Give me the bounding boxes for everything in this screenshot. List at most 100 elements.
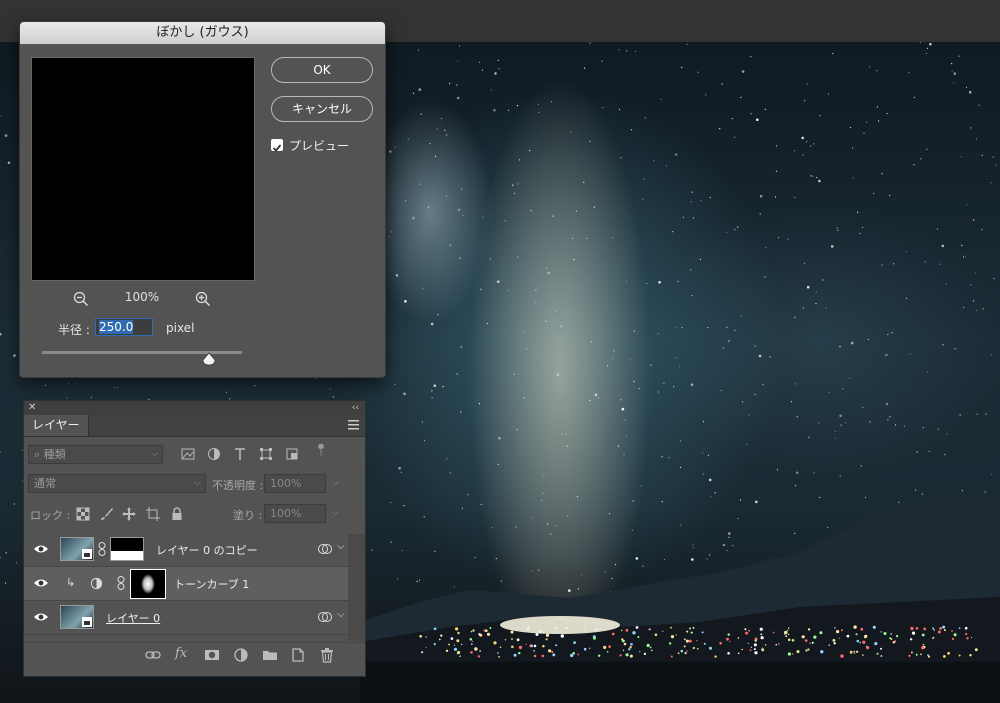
link-icon[interactable] [117,576,125,590]
lock-all-icon[interactable] [170,507,184,521]
layers-scrollbar[interactable] [348,534,365,641]
tab-layers[interactable]: レイヤー [24,415,89,436]
town-light [470,651,473,654]
star [775,145,778,147]
layer-thumbnail[interactable] [60,537,94,561]
town-light [486,632,491,636]
new-group-icon[interactable] [262,647,278,663]
collapse-icon[interactable]: ‹‹ [352,401,359,415]
preview-label[interactable]: プレビュー [289,137,349,154]
star [546,267,548,269]
preview-checkbox[interactable] [271,139,283,152]
town-light [922,643,925,646]
image-filter-icon[interactable] [181,447,195,461]
town-light [518,651,521,655]
layer-row-base[interactable]: レイヤー 0 ⌵ [24,601,348,635]
star [412,216,415,220]
star [552,215,554,217]
smart-filter-icon[interactable] [318,543,332,555]
shape-filter-icon[interactable] [259,447,273,461]
type-filter-icon[interactable] [233,447,247,461]
town-light [932,637,934,640]
slider-thumb-icon[interactable] [202,352,216,366]
star [941,244,945,248]
town-light [937,630,941,634]
star [795,471,799,475]
star [575,210,578,212]
eye-icon[interactable] [33,544,49,554]
radius-input[interactable]: 250.0 [95,318,153,336]
adjustment-filter-icon[interactable] [207,447,221,461]
zoom-in-icon[interactable] [195,291,211,307]
star [886,112,888,115]
star [560,325,563,327]
lock-artboard-icon[interactable] [146,507,160,521]
fill-input[interactable]: 100% ⌵ [264,504,339,523]
star [719,128,721,130]
star [555,310,557,312]
adjustment-icon[interactable] [90,577,103,590]
close-icon[interactable]: ✕ [28,401,36,415]
lock-position-icon[interactable] [122,507,136,521]
delete-icon[interactable] [319,647,335,663]
star [922,427,924,429]
star [433,384,437,388]
dialog-title[interactable]: ぼかし (ガウス) [20,22,385,44]
town-light [622,649,625,651]
blend-mode-select[interactable]: 通常 ⌵ [28,474,206,493]
star [640,485,642,487]
star [632,500,634,502]
star [889,416,891,418]
eye-icon[interactable] [33,612,49,622]
panel-menu-icon[interactable] [348,420,359,430]
layer-row-curves[interactable]: ↳ トーンカーブ 1 [24,567,348,601]
link-icon[interactable] [98,542,106,556]
star [973,219,975,221]
town-light [470,643,473,645]
new-adjustment-icon[interactable] [233,647,249,663]
chevron-down-icon[interactable]: ⌵ [337,541,345,552]
ok-button[interactable]: OK [271,57,373,83]
layer-name[interactable]: レイヤー 0 のコピー [156,542,258,558]
eye-icon[interactable] [33,578,49,588]
star [449,82,451,85]
zoom-out-icon[interactable] [73,291,89,307]
layer-mask-thumbnail[interactable] [110,537,144,561]
star [449,244,451,246]
lock-transparent-icon[interactable] [76,507,90,521]
add-mask-icon[interactable] [204,647,220,663]
star [491,526,493,529]
smart-filter-icon[interactable] [318,611,332,623]
layer-row-copy[interactable]: レイヤー 0 のコピー ⌵ [24,533,348,567]
chevron-down-icon[interactable]: ⌵ [337,609,345,620]
panel-header[interactable]: ✕ ‹‹ [24,401,365,415]
link-layers-icon[interactable] [145,647,161,663]
star [887,333,889,336]
star [13,503,15,505]
star [742,401,744,403]
star [643,178,645,180]
star [926,47,929,49]
fx-icon[interactable]: fx [175,646,187,661]
cancel-button[interactable]: キャンセル [271,96,373,122]
new-layer-icon[interactable] [290,647,306,663]
filter-toggle-icon[interactable] [314,443,328,457]
layer-mask-thumbnail[interactable] [130,569,166,599]
town-light [788,627,790,629]
opacity-input[interactable]: 100% ⌵ [264,474,339,493]
radius-value: 250.0 [99,320,134,334]
layer-filter-select[interactable]: ⌕ 種類 ⌵ [28,445,163,464]
smart-object-filter-icon[interactable] [285,447,299,461]
star [839,414,842,418]
layer-name[interactable]: レイヤー 0 [106,610,160,626]
star [750,56,752,58]
town-light [621,629,623,632]
preview-window[interactable] [31,57,255,281]
star [496,280,500,283]
star [796,416,798,418]
layer-name[interactable]: トーンカーブ 1 [174,576,249,592]
lock-paint-icon[interactable] [100,507,114,521]
star [624,419,626,421]
star [422,287,424,289]
layer-thumbnail[interactable] [60,605,94,629]
